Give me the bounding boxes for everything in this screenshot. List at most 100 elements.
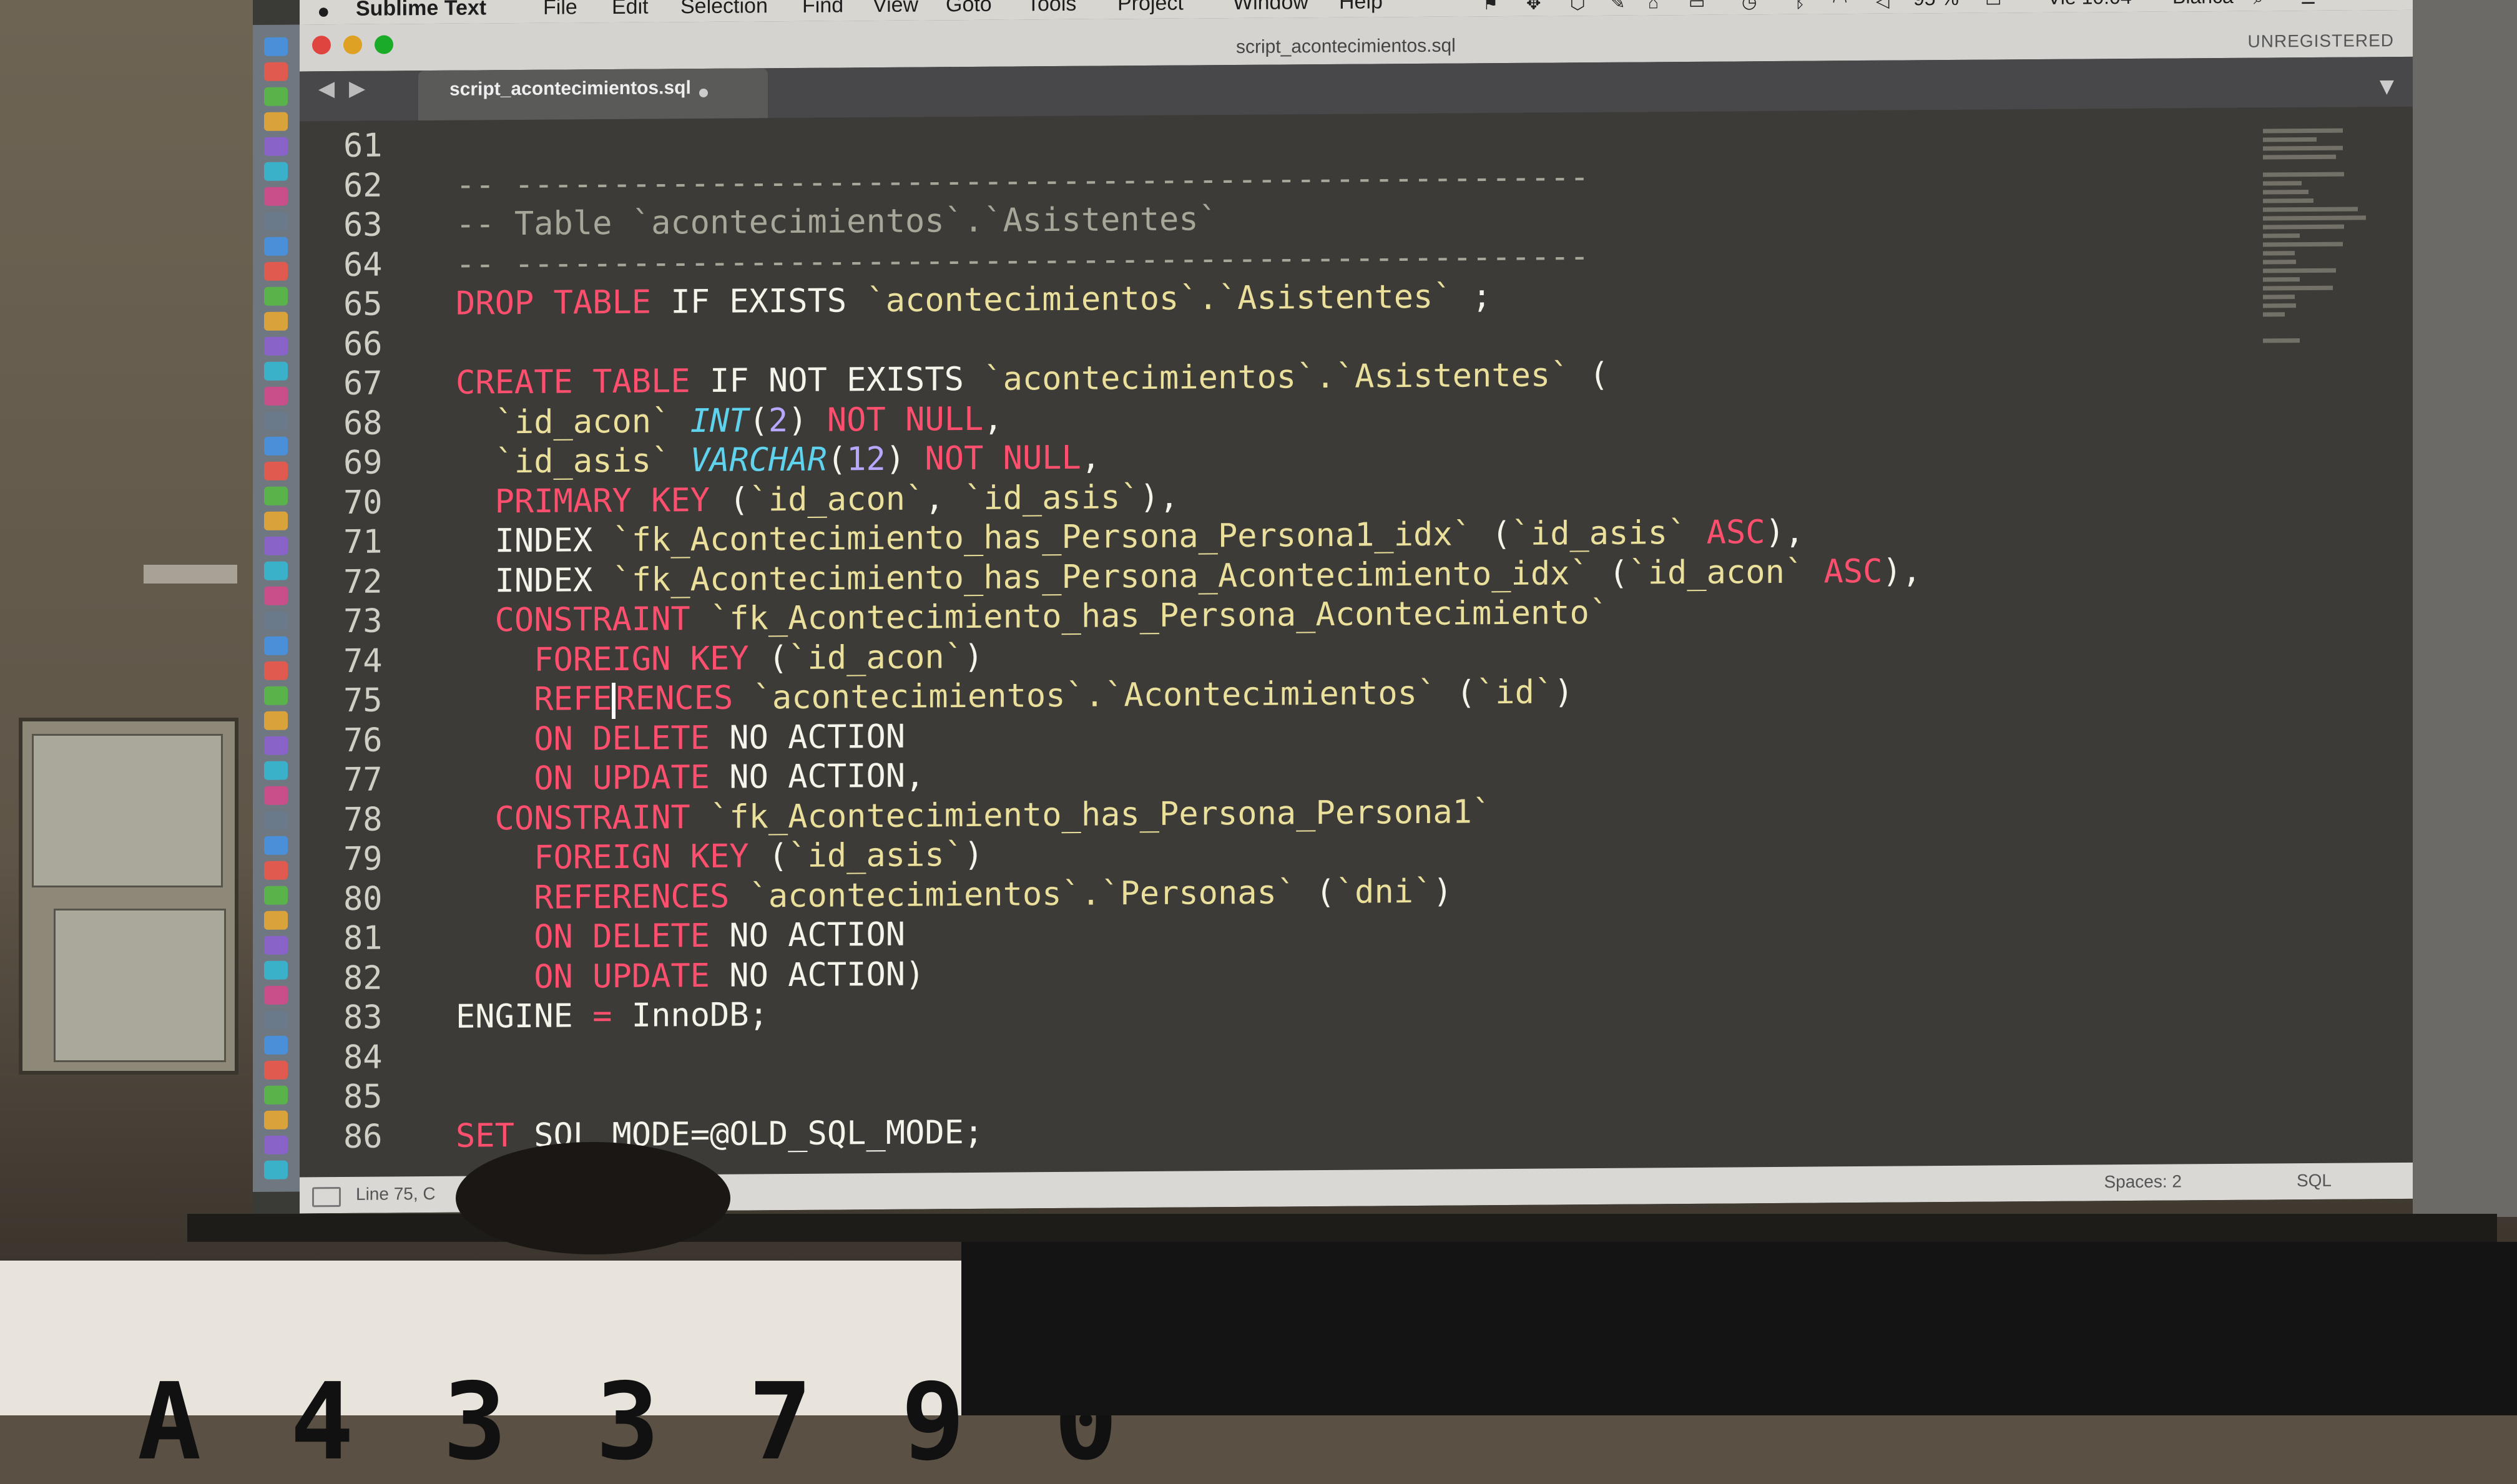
dock-app-icon[interactable]: [264, 1085, 288, 1105]
unsaved-dot-icon[interactable]: [699, 88, 708, 98]
volume-icon[interactable]: ◁: [1876, 0, 1896, 11]
code-line[interactable]: ON UPDATE NO ACTION): [456, 955, 925, 996]
code-line[interactable]: FOREIGN KEY (`id_asis`): [456, 836, 983, 877]
dock-app-icon[interactable]: [264, 661, 288, 680]
wifi-icon[interactable]: ◠: [1832, 0, 1852, 11]
dock-app-icon[interactable]: [264, 960, 288, 980]
clock[interactable]: Vie 10:04: [2048, 0, 2132, 9]
code-line[interactable]: CONSTRAINT `fk_Acontecimiento_has_Person…: [456, 594, 1609, 640]
dock-app-icon[interactable]: [264, 935, 288, 955]
notification-center-icon[interactable]: ☰: [2300, 0, 2320, 7]
dock-app-icon[interactable]: [264, 611, 288, 630]
dock-app-icon[interactable]: [264, 536, 288, 555]
dock-app-icon[interactable]: [264, 386, 288, 406]
tab-nav-arrows[interactable]: ◀ ▶: [318, 76, 369, 102]
dock-app-icon[interactable]: [264, 985, 288, 1005]
menu-edit[interactable]: Edit: [612, 0, 649, 19]
dock-app-icon[interactable]: [264, 137, 288, 156]
code-line[interactable]: ON DELETE NO ACTION: [456, 718, 905, 758]
zoom-window-button[interactable]: [375, 35, 393, 54]
dock-app-icon[interactable]: [264, 686, 288, 705]
code-line[interactable]: `id_acon` INT(2) NOT NULL,: [456, 400, 1003, 441]
code-line[interactable]: DROP TABLE IF EXISTS `acontecimientos`.`…: [456, 278, 1491, 323]
menu-tools[interactable]: Tools: [1027, 0, 1076, 16]
evernote-icon[interactable]: ✎: [1611, 0, 1631, 12]
menu-find[interactable]: Find: [802, 0, 843, 18]
menu-file[interactable]: File: [543, 0, 577, 20]
menu-view[interactable]: View: [873, 0, 918, 17]
dock-app-icon[interactable]: [264, 436, 288, 456]
dock-app-icon[interactable]: [264, 112, 288, 131]
dock-app-icon[interactable]: [264, 87, 288, 106]
dock-app-icon[interactable]: [264, 1010, 288, 1030]
dock-app-icon[interactable]: [264, 286, 288, 306]
dock-app-icon[interactable]: [264, 411, 288, 431]
dock-app-icon[interactable]: [264, 336, 288, 356]
minimize-window-button[interactable]: [343, 35, 362, 54]
dock-app-icon[interactable]: [264, 311, 288, 331]
code-line[interactable]: ON DELETE NO ACTION: [456, 916, 905, 957]
dock-app-icon[interactable]: [264, 461, 288, 481]
menu-window[interactable]: Window: [1233, 0, 1308, 15]
flag-icon[interactable]: ⚑: [1483, 0, 1503, 13]
code-line[interactable]: CREATE TABLE IF NOT EXISTS `acontecimien…: [456, 356, 1609, 402]
code-line[interactable]: CONSTRAINT `fk_Acontecimiento_has_Person…: [456, 793, 1492, 838]
spotlight-icon[interactable]: ⌕: [2254, 0, 2274, 8]
code-line[interactable]: -- Table `acontecimientos`.`Asistentes`: [456, 200, 1218, 243]
indentation-setting[interactable]: Spaces: 2: [2104, 1171, 2182, 1192]
battery-icon[interactable]: ▭: [1985, 0, 2005, 10]
dock-app-icon[interactable]: [264, 586, 288, 605]
user-name[interactable]: Blanca: [2172, 0, 2234, 9]
close-window-button[interactable]: [312, 36, 331, 55]
dock-app-icon[interactable]: [264, 212, 288, 231]
dock-app-icon[interactable]: [264, 811, 288, 830]
dock-app-icon[interactable]: [264, 786, 288, 805]
code-line[interactable]: INDEX `fk_Acontecimiento_has_Persona_Aco…: [456, 552, 1921, 600]
syntax-setting[interactable]: SQL: [2297, 1171, 2332, 1191]
panel-toggle-icon[interactable]: [312, 1187, 341, 1208]
dock-app-icon[interactable]: [264, 237, 288, 256]
dock-app-icon[interactable]: [264, 711, 288, 730]
dock-app-icon[interactable]: [264, 486, 288, 505]
time-machine-icon[interactable]: ◷: [1742, 0, 1762, 11]
airplay-icon[interactable]: ▭: [1689, 0, 1709, 12]
dock-app-icon[interactable]: [264, 261, 288, 281]
menu-project[interactable]: Project: [1117, 0, 1184, 16]
dock-app-icon[interactable]: [264, 836, 288, 855]
code-line[interactable]: -- -------------------------------------…: [456, 238, 1589, 283]
dock-app-icon[interactable]: [264, 1060, 288, 1080]
dock-app-icon[interactable]: [264, 886, 288, 905]
dock-app-icon[interactable]: [264, 561, 288, 580]
menu-selection[interactable]: Selection: [680, 0, 768, 19]
code-line[interactable]: FOREIGN KEY (`id_acon`): [456, 638, 983, 679]
tab-dropdown-icon[interactable]: ▼: [2380, 76, 2394, 97]
dock-app-icon[interactable]: [264, 910, 288, 930]
dock-app-icon[interactable]: [264, 761, 288, 780]
code-line[interactable]: PRIMARY KEY (`id_acon`, `id_asis`),: [456, 478, 1179, 520]
code-line[interactable]: REFE RENCES `acontecimientos`.`Acontecimi…: [456, 673, 1574, 720]
cube-icon[interactable]: ⬡: [1570, 0, 1590, 12]
battery-percent[interactable]: 95 %: [1913, 0, 1959, 10]
code-line[interactable]: ENGINE = InnoDB;: [456, 996, 768, 1035]
dock-app-icon[interactable]: [264, 361, 288, 381]
bluetooth-icon[interactable]: ᛒ: [1795, 0, 1815, 11]
tab-script-acontecimientos[interactable]: script_acontecimientos.sql: [418, 68, 768, 121]
minimap[interactable]: [2257, 119, 2382, 382]
dock-app-icon[interactable]: [264, 861, 288, 880]
menu-goto[interactable]: Goto: [946, 0, 992, 17]
dock-app-icon[interactable]: [264, 511, 288, 530]
dock-app-icon[interactable]: [264, 1110, 288, 1130]
dock-app-icon[interactable]: [264, 1160, 288, 1179]
dock-app-icon[interactable]: [264, 37, 288, 56]
code-line[interactable]: REFERENCES `acontecimientos`.`Personas` …: [456, 872, 1452, 917]
apple-icon[interactable]: ●: [317, 0, 330, 24]
code-editor[interactable]: 61 62 -- ---------------------------------…: [300, 106, 2413, 1178]
dock-app-icon[interactable]: [264, 636, 288, 655]
dock-app-icon[interactable]: [264, 62, 288, 81]
code-line[interactable]: ON UPDATE NO ACTION,: [456, 757, 925, 798]
code-line[interactable]: -- -------------------------------------…: [456, 159, 1589, 204]
code-line[interactable]: INDEX `fk_Acontecimiento_has_Persona_Per…: [456, 514, 1805, 560]
dock-app-icon[interactable]: [264, 187, 288, 206]
dock-app-icon[interactable]: [264, 736, 288, 755]
menu-help[interactable]: Help: [1339, 0, 1383, 14]
